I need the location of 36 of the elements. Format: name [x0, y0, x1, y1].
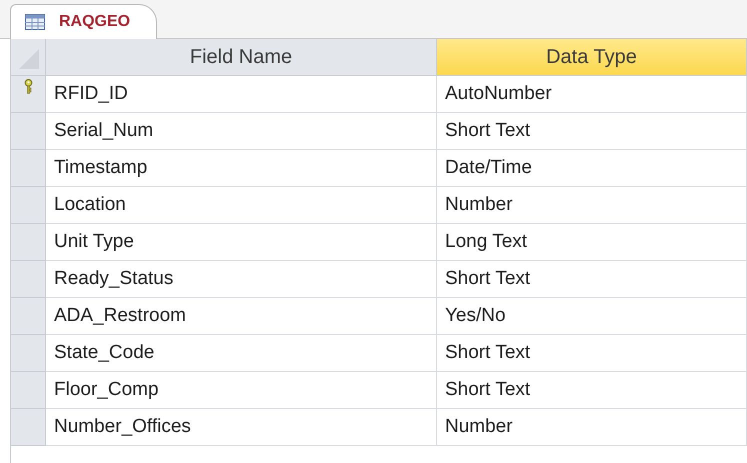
- tab-title: RAQGEO: [59, 13, 130, 31]
- row-selector[interactable]: [11, 335, 46, 372]
- table-cell: Short Text: [437, 113, 747, 150]
- table-cell: AutoNumber: [437, 76, 747, 113]
- table-cell: Ready_Status: [46, 261, 437, 298]
- column-header[interactable]: Field Name: [46, 39, 437, 76]
- row-selector[interactable]: [11, 187, 46, 224]
- table-cell: RFID_ID: [46, 76, 437, 113]
- row-selector[interactable]: [11, 409, 46, 446]
- table-cell: Timestamp: [46, 150, 437, 187]
- table-cell: Location: [46, 187, 437, 224]
- table-cell: Number_Offices: [46, 409, 437, 446]
- table-cell: Long Text: [437, 224, 747, 261]
- table-cell: Short Text: [437, 372, 747, 409]
- table-tab[interactable]: RAQGEO: [10, 4, 158, 39]
- row-selector[interactable]: [11, 224, 46, 261]
- table-cell: Yes/No: [437, 298, 747, 335]
- row-selector[interactable]: [11, 298, 46, 335]
- table-cell: Date/Time: [437, 150, 747, 187]
- table-cell: State_Code: [46, 335, 437, 372]
- row-selector[interactable]: [11, 113, 46, 150]
- select-all-corner[interactable]: [11, 39, 46, 76]
- row-selector[interactable]: [11, 261, 46, 298]
- column-header[interactable]: Data Type: [437, 39, 747, 76]
- table-cell: Number: [437, 409, 747, 446]
- table-cell: Unit Type: [46, 224, 437, 261]
- table-icon: [25, 14, 45, 30]
- table-cell: Short Text: [437, 261, 747, 298]
- row-selector[interactable]: [11, 76, 46, 113]
- table-cell: Serial_Num: [46, 113, 437, 150]
- row-selector[interactable]: [11, 372, 46, 409]
- table-cell: ADA_Restroom: [46, 298, 437, 335]
- table-cell: Short Text: [437, 335, 747, 372]
- table-cell: Floor_Comp: [46, 372, 437, 409]
- table-cell: Number: [437, 187, 747, 224]
- row-selector[interactable]: [11, 150, 46, 187]
